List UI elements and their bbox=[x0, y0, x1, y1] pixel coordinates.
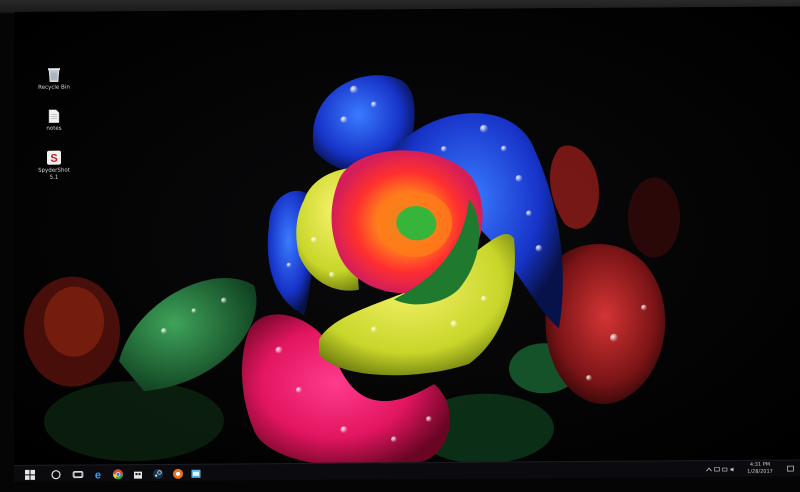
svg-text:e: e bbox=[95, 469, 101, 480]
desktop-wallpaper bbox=[14, 6, 800, 467]
battery-icon[interactable] bbox=[722, 467, 728, 472]
network-icon[interactable] bbox=[714, 467, 720, 472]
recycle-bin-label: Recycle Bin bbox=[38, 84, 70, 91]
recycle-bin-icon bbox=[48, 68, 60, 83]
action-center-icon[interactable] bbox=[787, 465, 794, 473]
clock-date: 1/28/2017 bbox=[747, 468, 773, 475]
store-icon[interactable] bbox=[132, 468, 144, 480]
svg-text:S: S bbox=[50, 153, 57, 165]
spydershot-app-icon: S bbox=[47, 150, 61, 165]
edge-icon[interactable]: e bbox=[92, 468, 104, 480]
photo-of-monitor: Recycle Bin notes S SpyderShot 5.1 e 4:3… bbox=[0, 0, 800, 492]
volume-icon[interactable] bbox=[730, 467, 736, 472]
chevron-up-icon[interactable] bbox=[706, 467, 712, 472]
desktop-icon-spydershot[interactable]: S SpyderShot 5.1 bbox=[29, 150, 79, 181]
desktop-icon-notes[interactable]: notes bbox=[29, 109, 79, 133]
search-icon[interactable] bbox=[50, 469, 62, 481]
text-file-icon bbox=[48, 109, 60, 124]
desktop-icon-recycle-bin[interactable]: Recycle Bin bbox=[29, 67, 79, 92]
steam-icon[interactable] bbox=[152, 468, 164, 480]
desktop-screen: Recycle Bin notes S SpyderShot 5.1 e 4:3… bbox=[14, 6, 800, 482]
app-icon[interactable] bbox=[190, 468, 202, 480]
spydershot-version-label: 5.1 bbox=[49, 174, 59, 181]
clock[interactable]: 4:31 PM 1/28/2017 bbox=[738, 462, 782, 476]
chrome-icon[interactable] bbox=[112, 468, 124, 480]
task-view-icon[interactable] bbox=[72, 469, 84, 481]
notes-label: notes bbox=[46, 125, 62, 132]
windows-logo-icon[interactable] bbox=[24, 469, 36, 481]
spyder-icon[interactable] bbox=[172, 468, 184, 480]
